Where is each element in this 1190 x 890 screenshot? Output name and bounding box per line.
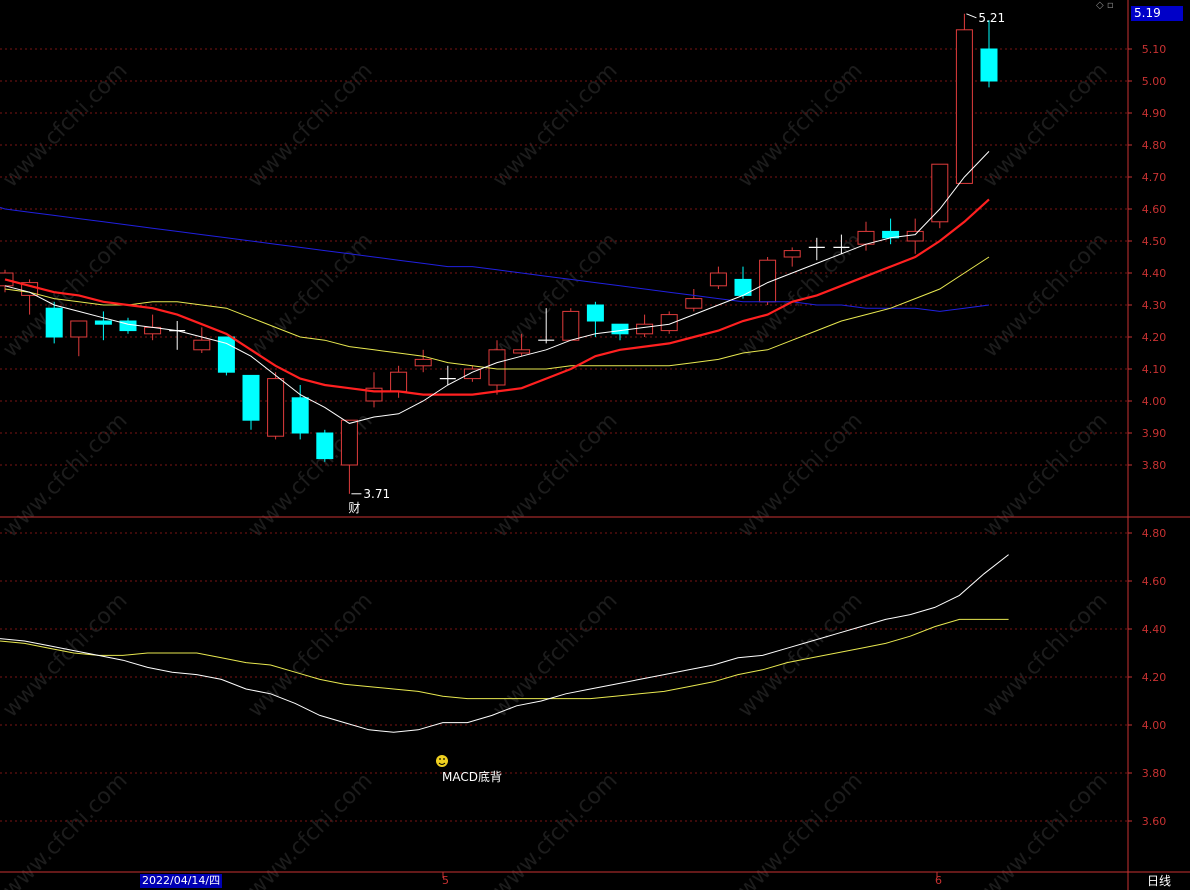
indicator-tick-label: 3.80 [1142,767,1167,780]
candle-body [955,29,973,184]
price-tick-label: 4.00 [1142,395,1167,408]
price-tick-label: 4.30 [1142,299,1167,312]
smiley-eye [443,758,445,760]
watermark-text: www.cfchi.com [978,408,1112,542]
watermark-text: www.cfchi.com [243,58,377,192]
watermark-text: www.cfchi.com [488,588,622,722]
price-tick-label: 4.90 [1142,107,1167,120]
watermark-text: www.cfchi.com [488,408,622,542]
candle-body [390,371,408,392]
watermark-text: www.cfchi.com [978,228,1112,362]
candle-body [488,349,506,386]
high-price-label: 5.21 [978,11,1005,25]
candle-body [685,298,703,309]
price-tick-label: 4.40 [1142,267,1167,280]
smiley-eye [439,758,441,760]
watermark-text: www.cfchi.com [733,588,867,722]
period-daily-button[interactable]: 日线 [1136,873,1182,889]
candle-body [513,349,531,354]
indicator-tick-label: 4.20 [1142,671,1167,684]
candle-body [709,272,727,287]
candle-body [759,259,777,303]
price-tick-label: 4.20 [1142,331,1167,344]
candle-body [193,339,211,351]
indicator-tick-label: 4.60 [1142,575,1167,588]
indicator-tick-label: 4.80 [1142,527,1167,540]
date-cursor-label: 2022/04/14/四 [140,874,223,888]
candle-body [414,358,432,367]
watermark-text: www.cfchi.com [733,228,867,362]
price-tick-label: 5.00 [1142,75,1167,88]
watermark-text: www.cfchi.com [978,58,1112,192]
price-tick-label: 3.80 [1142,459,1167,472]
smiley-icon [436,755,448,767]
candle-body [94,320,112,325]
candle-body [291,397,309,434]
window-controls[interactable]: ◇ ▫ [1096,0,1114,11]
price-tick-label: 4.50 [1142,235,1167,248]
high-marker-arrow [966,13,977,19]
candle-body [316,432,334,460]
candle-body [980,48,998,82]
diamond-icon[interactable]: ◇ [1096,0,1104,11]
candle-body [783,250,801,258]
candle-body [611,323,629,335]
watermark-text: www.cfchi.com [0,58,133,192]
indicator-tick-label: 4.40 [1142,623,1167,636]
price-tick-label: 4.60 [1142,203,1167,216]
watermark-text: www.cfchi.com [0,228,133,362]
candle-body [70,320,88,338]
restore-icon[interactable]: ▫ [1107,0,1114,11]
price-tick-label: 4.70 [1142,171,1167,184]
candle-body [906,230,924,242]
watermark-text: www.cfchi.com [733,58,867,192]
macd-signal-label: MACD底背 [442,769,502,784]
watermark-text: www.cfchi.com [488,58,622,192]
candle-body [636,323,654,335]
month-label-6: 6 [935,874,942,887]
indicator-yellow-line [0,618,1009,700]
candle-body [267,378,285,437]
price-tick-label: 4.10 [1142,363,1167,376]
candle-body [45,307,63,338]
low-price-label: 3.71 [363,487,390,501]
price-tick-label: 4.80 [1142,139,1167,152]
current-price-badge: 5.19 [1131,6,1183,21]
candle-body [340,419,358,466]
watermark-text: www.cfchi.com [978,588,1112,722]
candle-body [586,304,604,322]
watermark-text: www.cfchi.com [0,408,133,542]
watermark-text: www.cfchi.com [733,408,867,542]
indicator-tick-label: 3.60 [1142,815,1167,828]
month-label-5: 5 [442,874,449,887]
candle-body [660,314,678,332]
candle-body [931,163,949,223]
price-tick-label: 5.10 [1142,43,1167,56]
price-tick-label: 3.90 [1142,427,1167,440]
watermark-text: www.cfchi.com [488,228,622,362]
indicator-tick-label: 4.00 [1142,719,1167,732]
kline-chart[interactable]: www.cfchi.com www.cfchi.com www.cfchi.com w… [0,0,1190,890]
candle-body [562,310,580,341]
finance-marker: 财 [348,501,360,515]
candle-body [242,374,260,421]
watermark-text: www.cfchi.com [243,588,377,722]
